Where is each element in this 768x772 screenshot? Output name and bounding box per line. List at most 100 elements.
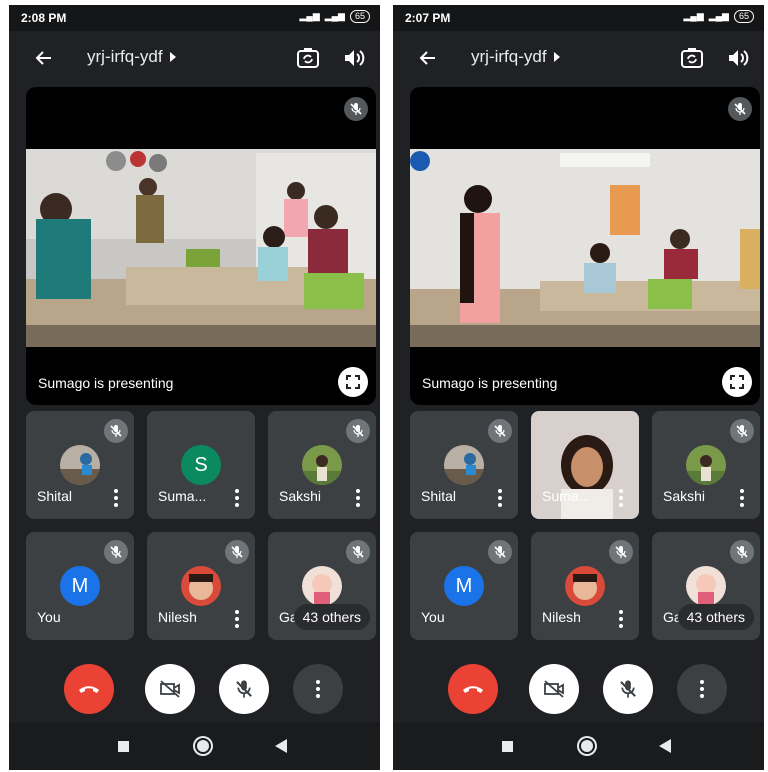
participant-tile[interactable]: M You [410, 532, 518, 640]
end-call-button[interactable] [448, 664, 498, 714]
status-bar: 2:07 PM ▂▄▆ ▂▄▆ 65 [393, 5, 764, 31]
top-app-bar: yrj-irfq-ydf [9, 35, 380, 79]
end-call-button[interactable] [64, 664, 114, 714]
mic-off-icon [346, 419, 370, 443]
participant-tile[interactable]: Ga 43 others [652, 532, 760, 640]
presenting-label: Sumago is presenting [422, 375, 558, 391]
end-call-icon [463, 686, 483, 693]
fullscreen-button[interactable] [338, 367, 368, 397]
mic-off-icon [730, 419, 754, 443]
mic-off-icon [488, 540, 512, 564]
participant-tile[interactable]: M You [26, 532, 134, 640]
status-time: 2:07 PM [405, 11, 451, 25]
camera-toggle-button[interactable] [145, 664, 195, 714]
mic-toggle-button[interactable] [219, 664, 269, 714]
fullscreen-icon [346, 375, 360, 389]
status-icons: ▂▄▆ ▂▄▆ 65 [300, 10, 370, 23]
speaker-button[interactable] [339, 43, 369, 73]
back-button[interactable] [31, 45, 57, 71]
participant-name: Suma... [542, 488, 591, 504]
more-vert-icon[interactable] [498, 489, 502, 507]
more-vert-icon[interactable] [619, 489, 623, 507]
home-icon [581, 740, 593, 752]
switch-camera-button[interactable] [677, 43, 707, 73]
meeting-code: yrj-irfq-ydf [471, 47, 547, 66]
mic-off-icon [728, 97, 752, 121]
more-vert-icon[interactable] [114, 489, 118, 507]
presentation-tile[interactable]: Sumago is presenting [26, 87, 376, 405]
more-vert-icon[interactable] [619, 610, 623, 628]
more-vert-icon [700, 680, 704, 698]
more-vert-icon[interactable] [740, 489, 744, 507]
fullscreen-icon [730, 375, 744, 389]
stop-icon [501, 740, 513, 752]
system-back-button[interactable] [655, 736, 675, 756]
back-button[interactable] [415, 45, 441, 71]
participant-tile[interactable]: Ga 43 others [268, 532, 376, 640]
mic-off-icon [104, 419, 128, 443]
call-controls [393, 660, 764, 716]
fullscreen-button[interactable] [722, 367, 752, 397]
mic-toggle-button[interactable] [603, 664, 653, 714]
signal-icon: ▂▄▆ [299, 11, 320, 21]
camera-toggle-button[interactable] [529, 664, 579, 714]
mic-off-icon [488, 419, 512, 443]
participant-tile[interactable]: Sakshi [268, 411, 376, 519]
participant-name: Suma... [158, 488, 207, 504]
home-button[interactable] [575, 734, 599, 758]
battery-icon: 65 [733, 10, 754, 23]
meeting-title[interactable]: yrj-irfq-ydf [471, 47, 561, 67]
shared-video [410, 149, 760, 347]
avatar [60, 445, 100, 485]
participant-tile[interactable]: Shital [410, 411, 518, 519]
participant-tile[interactable]: Sakshi [652, 411, 760, 519]
participant-name: Shital [37, 488, 73, 504]
switch-camera-icon [681, 48, 703, 68]
back-triangle-icon [275, 739, 287, 753]
more-vert-icon[interactable] [235, 610, 239, 628]
more-vert-icon[interactable] [356, 489, 360, 507]
participant-tile-active-speaker[interactable]: Suma... [531, 411, 639, 519]
shared-video [26, 149, 376, 347]
home-button[interactable] [191, 734, 215, 758]
speaker-button[interactable] [723, 43, 753, 73]
mic-off-icon [236, 680, 252, 698]
call-controls [9, 660, 380, 716]
more-options-button[interactable] [293, 664, 343, 714]
speaker-icon [345, 50, 365, 66]
recents-button[interactable] [497, 736, 517, 756]
participant-name: Nilesh [158, 609, 197, 625]
signal-icon: ▂▄▆ [324, 11, 345, 21]
presentation-tile[interactable]: Sumago is presenting [410, 87, 760, 405]
others-count-badge[interactable]: 43 others [677, 604, 754, 630]
others-count-badge[interactable]: 43 others [293, 604, 370, 630]
signal-icon: ▂▄▆ [708, 11, 729, 21]
speaker-icon [729, 50, 749, 66]
participant-name: Nilesh [542, 609, 581, 625]
recents-button[interactable] [113, 736, 133, 756]
meeting-title[interactable]: yrj-irfq-ydf [87, 47, 177, 67]
more-options-button[interactable] [677, 664, 727, 714]
more-vert-icon[interactable] [235, 489, 239, 507]
home-icon [197, 740, 209, 752]
participant-name: Shital [421, 488, 457, 504]
participant-tile[interactable]: Nilesh [531, 532, 639, 640]
mic-off-icon [730, 540, 754, 564]
play-arrow-icon [169, 52, 176, 62]
meet-screen-left: 2:08 PM ▂▄▆ ▂▄▆ 65 yrj-irfq-ydf Sumago i… [9, 5, 380, 770]
mic-off-icon [609, 540, 633, 564]
participant-tile[interactable]: Nilesh [147, 532, 255, 640]
participant-tile[interactable]: S Suma... [147, 411, 255, 519]
participant-tile[interactable]: Shital [26, 411, 134, 519]
system-back-button[interactable] [271, 736, 291, 756]
status-icons: ▂▄▆ ▂▄▆ 65 [684, 10, 754, 23]
camera-off-icon [160, 680, 180, 698]
avatar: M [444, 566, 484, 606]
end-call-icon [79, 686, 99, 693]
android-nav-bar [393, 722, 764, 770]
status-time: 2:08 PM [21, 11, 67, 25]
mic-off-icon [225, 540, 249, 564]
camera-off-icon [544, 680, 564, 698]
switch-camera-icon [297, 48, 319, 68]
switch-camera-button[interactable] [293, 43, 323, 73]
